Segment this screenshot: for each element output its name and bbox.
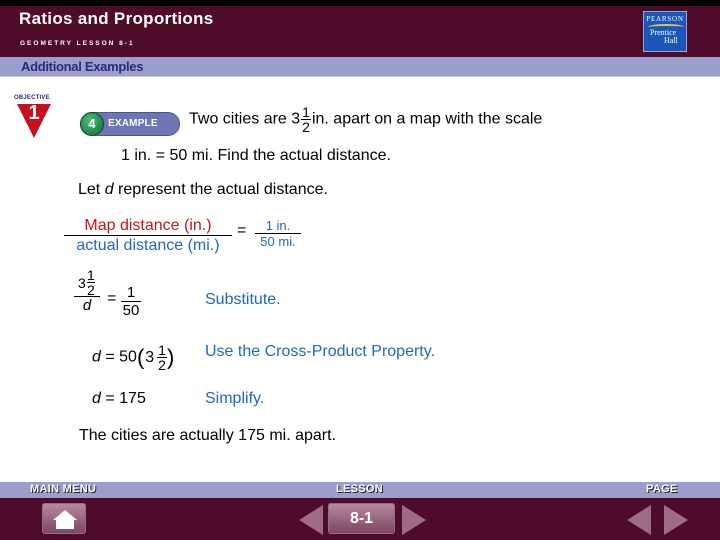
lesson-next-button[interactable] <box>402 505 426 535</box>
step1-mixed-den: 2 <box>87 282 95 298</box>
lesson-number-button[interactable]: 8-1 <box>328 503 395 534</box>
step1-right-den: 50 <box>122 302 140 319</box>
step1-right-fraction: 1 50 <box>121 285 141 319</box>
lesson-prev-button[interactable] <box>299 505 323 535</box>
step2-whole: 3 <box>145 348 155 366</box>
step1-left-fraction: 3 1 2 d <box>74 268 100 315</box>
ratio-right-fraction: 1 in. 50 mi. <box>255 218 301 250</box>
step2-open-paren: ( <box>136 344 145 370</box>
home-icon <box>53 510 77 529</box>
ratio-left-numerator: Map distance (in.) <box>64 216 232 236</box>
lesson-label: LESSON <box>336 483 384 495</box>
problem-fraction: 12 <box>301 105 311 134</box>
section-title: Additional Examples <box>21 59 144 74</box>
step1-mixed-num: 1 <box>87 267 95 283</box>
problem-text-a: Two cities are 3 <box>189 110 301 128</box>
objective-number: 1 <box>28 102 40 124</box>
step2-expr: = 50 <box>100 348 137 366</box>
example-number-circle: 4 <box>80 112 104 136</box>
main-menu-label: MAIN MENU <box>30 483 97 495</box>
ratio-left-denominator: actual distance (mi.) <box>76 237 220 254</box>
header: Ratios and Proportions GEOMETRY LESSON 8… <box>0 6 720 57</box>
step3-note: Simplify. <box>205 390 265 407</box>
step1-mixed-frac: 1 2 <box>87 268 95 297</box>
step2-note: Use the Cross-Product Property. <box>205 343 436 360</box>
ratio-right-denominator: 50 mi. <box>260 234 296 249</box>
example-label: EXAMPLE <box>108 118 158 129</box>
main-menu-button[interactable] <box>42 503 86 534</box>
example-badge: 4 EXAMPLE <box>80 112 180 136</box>
step3-lhs: d <box>92 390 101 407</box>
page-prev-button[interactable] <box>627 505 651 535</box>
step2-lhs: d <box>92 348 101 366</box>
problem-text-b: in. apart on a map with the scale <box>311 110 543 128</box>
let-suffix: represent the actual distance. <box>113 181 328 198</box>
example-number: 4 <box>88 116 96 131</box>
problem-frac-num: 1 <box>301 104 311 120</box>
step1-mixed-number: 3 1 2 <box>74 268 100 297</box>
ratio-right-numerator: 1 in. <box>255 218 301 234</box>
step3-expr: = 175 <box>100 390 146 407</box>
page-next-button[interactable] <box>664 505 688 535</box>
step1-right-num: 1 <box>121 285 141 302</box>
objective-marker: OBJECTIVE 1 <box>14 95 62 138</box>
step1-equals: = <box>107 290 117 307</box>
ratio-left-fraction: Map distance (in.) actual distance (mi.) <box>64 216 232 255</box>
section-band: Additional Examples <box>0 57 720 77</box>
page-title: Ratios and Proportions <box>19 9 214 28</box>
logo-pearson: PEARSON <box>646 15 684 23</box>
publisher-logo: PEARSON Prentice Hall <box>643 11 687 52</box>
step3-equation: d = 175 <box>92 390 146 408</box>
step1-note: Substitute. <box>205 291 281 308</box>
objective-label: OBJECTIVE <box>14 95 50 101</box>
problem-line-1: Two cities are 3 1 2 in. apart on a map wit… <box>189 105 542 134</box>
step2-num: 1 <box>157 342 167 358</box>
logo-line2: Hall <box>664 36 678 45</box>
step1-whole: 3 <box>78 275 86 291</box>
lesson-number: 8-1 <box>349 510 374 527</box>
problem-line-2: 1 in. = 50 mi. Find the actual distance. <box>121 147 391 164</box>
logo-prentice-hall: Prentice Hall <box>650 29 678 45</box>
let-prefix: Let <box>78 181 105 198</box>
step2-fraction: 12 <box>157 343 167 372</box>
let-statement: Let d represent the actual distance. <box>78 181 328 199</box>
ratio-equals: = <box>237 222 247 239</box>
footer-label-band: MAIN MENU LESSON PAGE <box>0 482 720 498</box>
step1-denominator: d <box>82 297 92 314</box>
conclusion: The cities are actually 175 mi. apart. <box>79 427 337 444</box>
step2-den: 2 <box>158 357 166 373</box>
step2-equation: d = 50(3 1 2) <box>92 343 174 372</box>
page-label: PAGE <box>646 483 678 495</box>
lesson-subtitle: GEOMETRY LESSON 8-1 <box>20 40 135 47</box>
let-variable: d <box>104 181 114 198</box>
problem-frac-den: 2 <box>302 119 310 135</box>
step2-close-paren: ) <box>166 344 175 370</box>
